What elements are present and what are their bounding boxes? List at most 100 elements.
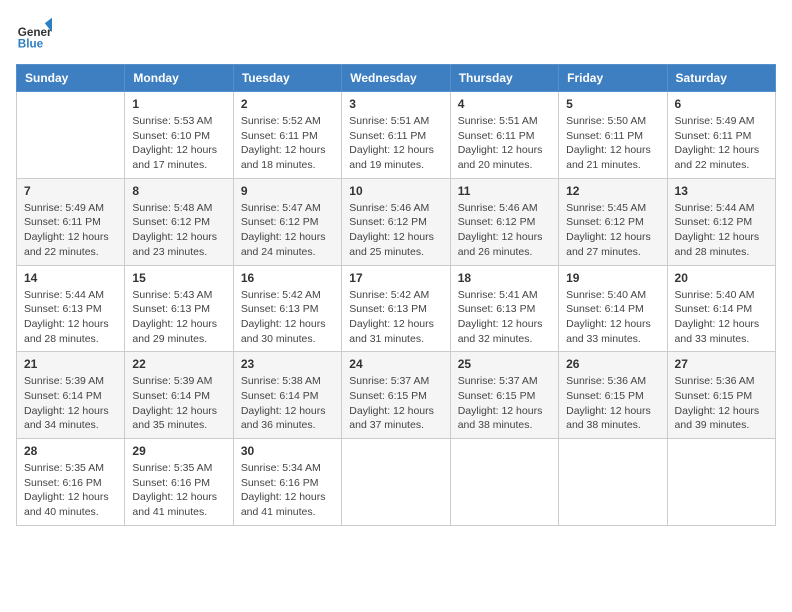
calendar-cell: 22 Sunrise: 5:39 AMSunset: 6:14 PMDayligh… (125, 352, 233, 439)
day-info: Sunrise: 5:44 AMSunset: 6:12 PMDaylight:… (675, 201, 768, 260)
calendar-cell: 29 Sunrise: 5:35 AMSunset: 6:16 PMDayligh… (125, 439, 233, 526)
calendar-cell: 1 Sunrise: 5:53 AMSunset: 6:10 PMDaylight… (125, 92, 233, 179)
day-info: Sunrise: 5:42 AMSunset: 6:13 PMDaylight:… (241, 288, 334, 347)
calendar-cell: 7Sunrise: 5:49 AMSunset: 6:11 PMDaylight… (17, 178, 125, 265)
calendar-cell: 9 Sunrise: 5:47 AMSunset: 6:12 PMDaylight… (233, 178, 341, 265)
day-info: Sunrise: 5:38 AMSunset: 6:14 PMDaylight:… (241, 374, 334, 433)
day-info: Sunrise: 5:45 AMSunset: 6:12 PMDaylight:… (566, 201, 659, 260)
day-number: 4 (458, 97, 551, 111)
day-info: Sunrise: 5:43 AMSunset: 6:13 PMDaylight:… (132, 288, 225, 347)
calendar-cell: 16 Sunrise: 5:42 AMSunset: 6:13 PMDayligh… (233, 265, 341, 352)
weekday-header-row: SundayMondayTuesdayWednesdayThursdayFrid… (17, 65, 776, 92)
day-info: Sunrise: 5:46 AMSunset: 6:12 PMDaylight:… (458, 201, 551, 260)
day-info: Sunrise: 5:40 AMSunset: 6:14 PMDaylight:… (675, 288, 768, 347)
calendar-cell: 27 Sunrise: 5:36 AMSunset: 6:15 PMDayligh… (667, 352, 775, 439)
day-info: Sunrise: 5:44 AMSunset: 6:13 PMDaylight:… (24, 288, 117, 347)
day-info: Sunrise: 5:41 AMSunset: 6:13 PMDaylight:… (458, 288, 551, 347)
day-number: 29 (132, 444, 225, 458)
calendar-week-row: 1 Sunrise: 5:53 AMSunset: 6:10 PMDaylight… (17, 92, 776, 179)
day-number: 24 (349, 357, 442, 371)
day-number: 5 (566, 97, 659, 111)
day-number: 9 (241, 184, 334, 198)
calendar-cell: 25 Sunrise: 5:37 AMSunset: 6:15 PMDayligh… (450, 352, 558, 439)
calendar-cell: 13Sunrise: 5:44 AMSunset: 6:12 PMDayligh… (667, 178, 775, 265)
day-number: 17 (349, 271, 442, 285)
calendar-cell: 10 Sunrise: 5:46 AMSunset: 6:12 PMDayligh… (342, 178, 450, 265)
day-number: 22 (132, 357, 225, 371)
calendar-cell: 23 Sunrise: 5:38 AMSunset: 6:14 PMDayligh… (233, 352, 341, 439)
day-info: Sunrise: 5:49 AMSunset: 6:11 PMDaylight:… (24, 201, 117, 260)
calendar-cell: 26 Sunrise: 5:36 AMSunset: 6:15 PMDayligh… (559, 352, 667, 439)
calendar-table: SundayMondayTuesdayWednesdayThursdayFrid… (16, 64, 776, 526)
day-info: Sunrise: 5:37 AMSunset: 6:15 PMDaylight:… (349, 374, 442, 433)
calendar-cell (667, 439, 775, 526)
calendar-week-row: 14 Sunrise: 5:44 AMSunset: 6:13 PMDayligh… (17, 265, 776, 352)
day-number: 27 (675, 357, 768, 371)
svg-text:Blue: Blue (18, 38, 44, 51)
weekday-header-cell: Sunday (17, 65, 125, 92)
weekday-header-cell: Monday (125, 65, 233, 92)
calendar-cell: 5 Sunrise: 5:50 AMSunset: 6:11 PMDaylight… (559, 92, 667, 179)
calendar-cell: 12 Sunrise: 5:45 AMSunset: 6:12 PMDayligh… (559, 178, 667, 265)
calendar-cell: 30 Sunrise: 5:34 AMSunset: 6:16 PMDayligh… (233, 439, 341, 526)
calendar-cell (450, 439, 558, 526)
calendar-week-row: 21 Sunrise: 5:39 AMSunset: 6:14 PMDayligh… (17, 352, 776, 439)
day-info: Sunrise: 5:39 AMSunset: 6:14 PMDaylight:… (24, 374, 117, 433)
day-number: 15 (132, 271, 225, 285)
day-info: Sunrise: 5:39 AMSunset: 6:14 PMDaylight:… (132, 374, 225, 433)
day-number: 12 (566, 184, 659, 198)
day-number: 25 (458, 357, 551, 371)
day-info: Sunrise: 5:34 AMSunset: 6:16 PMDaylight:… (241, 461, 334, 520)
day-number: 23 (241, 357, 334, 371)
calendar-cell: 3Sunrise: 5:51 AMSunset: 6:11 PMDaylight… (342, 92, 450, 179)
day-info: Sunrise: 5:46 AMSunset: 6:12 PMDaylight:… (349, 201, 442, 260)
calendar-cell: 11 Sunrise: 5:46 AMSunset: 6:12 PMDayligh… (450, 178, 558, 265)
calendar-week-row: 28Sunrise: 5:35 AMSunset: 6:16 PMDayligh… (17, 439, 776, 526)
day-info: Sunrise: 5:35 AMSunset: 6:16 PMDaylight:… (132, 461, 225, 520)
day-info: Sunrise: 5:51 AMSunset: 6:11 PMDaylight:… (458, 114, 551, 173)
page-header: General Blue (16, 16, 776, 52)
day-number: 10 (349, 184, 442, 198)
day-number: 1 (132, 97, 225, 111)
day-number: 6 (675, 97, 768, 111)
calendar-cell: 4 Sunrise: 5:51 AMSunset: 6:11 PMDaylight… (450, 92, 558, 179)
logo-icon: General Blue (16, 16, 52, 52)
day-number: 3 (349, 97, 442, 111)
calendar-cell: 18Sunrise: 5:41 AMSunset: 6:13 PMDayligh… (450, 265, 558, 352)
logo: General Blue (16, 16, 52, 52)
calendar-week-row: 7Sunrise: 5:49 AMSunset: 6:11 PMDaylight… (17, 178, 776, 265)
day-number: 14 (24, 271, 117, 285)
day-info: Sunrise: 5:52 AMSunset: 6:11 PMDaylight:… (241, 114, 334, 173)
calendar-cell: 24 Sunrise: 5:37 AMSunset: 6:15 PMDayligh… (342, 352, 450, 439)
calendar-cell (559, 439, 667, 526)
calendar-body: 1 Sunrise: 5:53 AMSunset: 6:10 PMDaylight… (17, 92, 776, 526)
day-number: 2 (241, 97, 334, 111)
calendar-cell: 15 Sunrise: 5:43 AMSunset: 6:13 PMDayligh… (125, 265, 233, 352)
day-info: Sunrise: 5:50 AMSunset: 6:11 PMDaylight:… (566, 114, 659, 173)
day-number: 21 (24, 357, 117, 371)
day-info: Sunrise: 5:37 AMSunset: 6:15 PMDaylight:… (458, 374, 551, 433)
calendar-cell (17, 92, 125, 179)
day-info: Sunrise: 5:40 AMSunset: 6:14 PMDaylight:… (566, 288, 659, 347)
day-number: 11 (458, 184, 551, 198)
day-info: Sunrise: 5:35 AMSunset: 6:16 PMDaylight:… (24, 461, 117, 520)
calendar-cell (342, 439, 450, 526)
day-info: Sunrise: 5:36 AMSunset: 6:15 PMDaylight:… (675, 374, 768, 433)
day-number: 26 (566, 357, 659, 371)
day-number: 19 (566, 271, 659, 285)
day-number: 30 (241, 444, 334, 458)
calendar-cell: 21 Sunrise: 5:39 AMSunset: 6:14 PMDayligh… (17, 352, 125, 439)
calendar-cell: 19 Sunrise: 5:40 AMSunset: 6:14 PMDayligh… (559, 265, 667, 352)
weekday-header-cell: Friday (559, 65, 667, 92)
calendar-cell: 2 Sunrise: 5:52 AMSunset: 6:11 PMDaylight… (233, 92, 341, 179)
day-info: Sunrise: 5:53 AMSunset: 6:10 PMDaylight:… (132, 114, 225, 173)
calendar-cell: 17 Sunrise: 5:42 AMSunset: 6:13 PMDayligh… (342, 265, 450, 352)
calendar-cell: 14 Sunrise: 5:44 AMSunset: 6:13 PMDayligh… (17, 265, 125, 352)
calendar-cell: 28Sunrise: 5:35 AMSunset: 6:16 PMDayligh… (17, 439, 125, 526)
day-number: 16 (241, 271, 334, 285)
day-info: Sunrise: 5:49 AMSunset: 6:11 PMDaylight:… (675, 114, 768, 173)
weekday-header-cell: Saturday (667, 65, 775, 92)
day-info: Sunrise: 5:42 AMSunset: 6:13 PMDaylight:… (349, 288, 442, 347)
day-info: Sunrise: 5:47 AMSunset: 6:12 PMDaylight:… (241, 201, 334, 260)
day-info: Sunrise: 5:36 AMSunset: 6:15 PMDaylight:… (566, 374, 659, 433)
